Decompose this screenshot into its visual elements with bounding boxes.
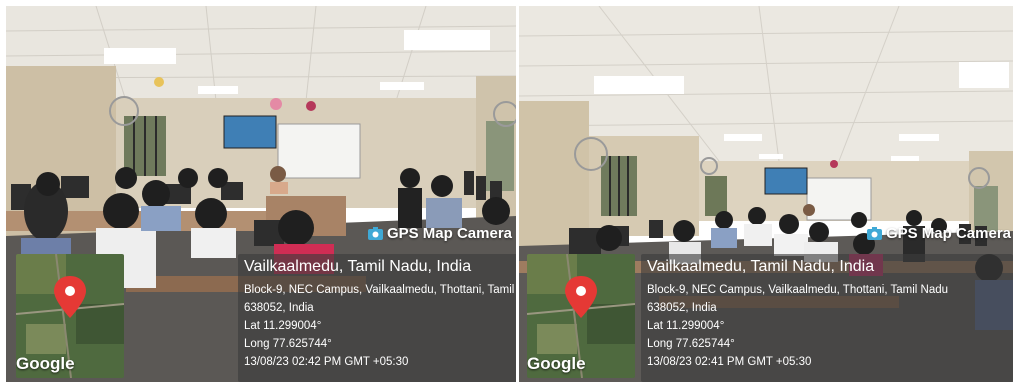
classroom-photo-left: GPS Map Camera Vailkaalmedu, Tamil Nadu,…	[6, 6, 516, 382]
longitude: Long 77.625744°	[647, 338, 735, 350]
google-logo: Google	[527, 354, 586, 373]
location-info-panel: Vailkaalmedu, Tamil Nadu, India Block-9,…	[238, 254, 516, 382]
address-line-2: 638052, India	[244, 302, 314, 314]
location-title: Vailkaalmedu, Tamil Nadu, India	[244, 258, 472, 275]
google-logo: Google	[16, 354, 75, 373]
gps-camera-badge: GPS Map Camera	[367, 222, 512, 244]
address-line-1: Block-9, NEC Campus, Vailkaalmedu, Thott…	[244, 284, 516, 296]
gps-camera-badge: GPS Map Camera	[866, 222, 1011, 244]
location-title: Vailkaalmedu, Tamil Nadu, India	[647, 258, 875, 275]
classroom-photo-right: GPS Map Camera Vailkaalmedu, Tamil Nadu,…	[519, 6, 1013, 382]
longitude: Long 77.625744°	[244, 338, 332, 350]
camera-icon	[367, 226, 383, 240]
address-line-2: 638052, India	[647, 302, 717, 314]
timestamp: 13/08/23 02:41 PM GMT +05:30	[647, 356, 812, 368]
map-thumbnail-left: Google	[16, 254, 124, 378]
camera-icon	[866, 226, 882, 240]
timestamp: 13/08/23 02:42 PM GMT +05:30	[244, 356, 409, 368]
latitude: Lat 11.299004°	[647, 320, 725, 332]
address-line-1: Block-9, NEC Campus, Vailkaalmedu, Thott…	[647, 284, 949, 296]
map-thumbnail-right: Google	[527, 254, 635, 378]
gps-overlay-left: GPS Map Camera Vailkaalmedu, Tamil Nadu,…	[116, 222, 516, 382]
location-info-panel: Vailkaalmedu, Tamil Nadu, India Block-9,…	[641, 254, 1013, 382]
latitude: Lat 11.299004°	[244, 320, 322, 332]
